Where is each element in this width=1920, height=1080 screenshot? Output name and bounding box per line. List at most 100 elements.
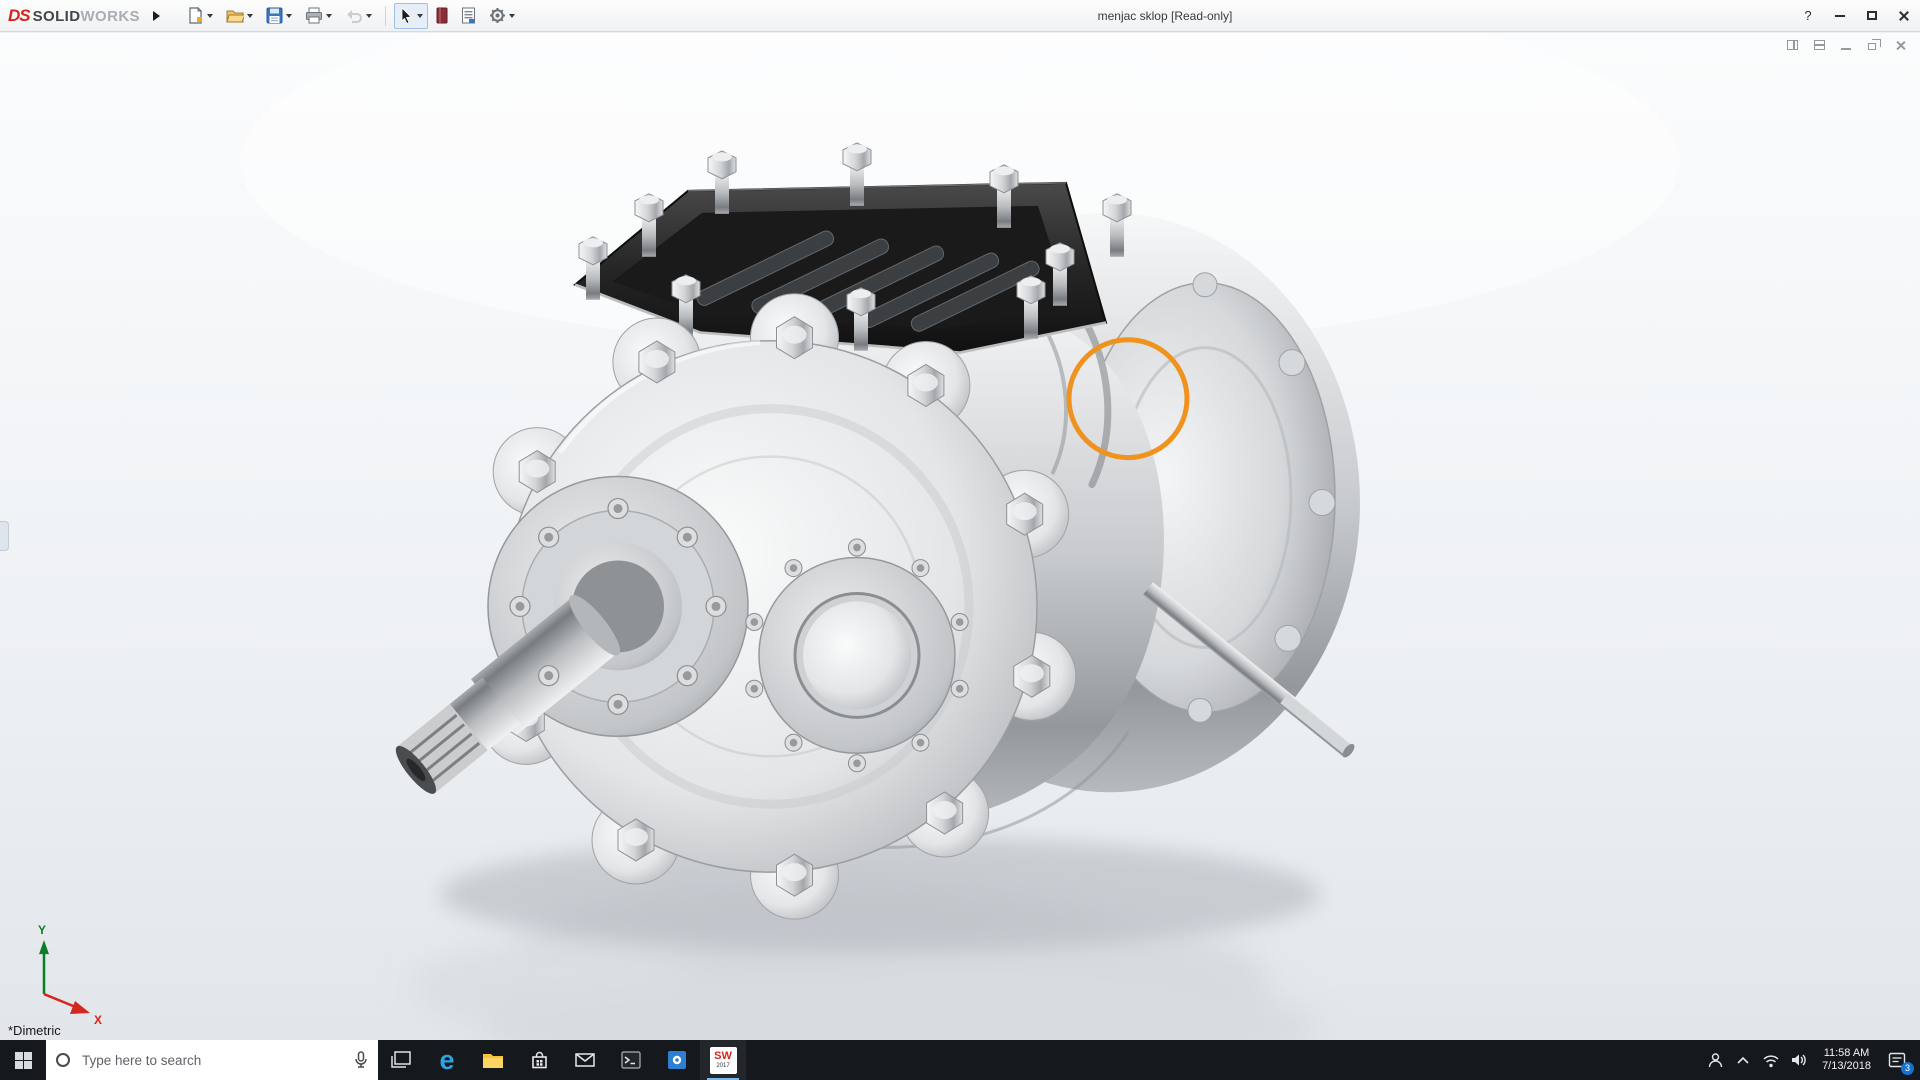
- socket-screw: [509, 595, 531, 618]
- view-orientation-label: *Dimetric: [8, 1023, 61, 1038]
- new-document-button[interactable]: [182, 3, 218, 29]
- photos-icon: [668, 1051, 686, 1069]
- solidworks-logo: DS SOLID WORKS: [0, 6, 148, 26]
- dropdown-caret-icon: [365, 13, 372, 18]
- system-tray: 11:58 AM 7/13/2018 3: [1701, 1040, 1920, 1080]
- task-view-button[interactable]: [378, 1040, 424, 1080]
- gear-icon: [489, 8, 505, 23]
- document-window-controls: [1787, 39, 1908, 51]
- socket-screw: [950, 679, 969, 698]
- photos-button[interactable]: [654, 1040, 700, 1080]
- close-button[interactable]: [1888, 0, 1920, 31]
- edge-button[interactable]: e: [424, 1040, 470, 1080]
- people-button[interactable]: [1701, 1040, 1729, 1080]
- save-floppy-icon: [266, 7, 283, 24]
- open-document-button[interactable]: [221, 3, 258, 29]
- socket-screw: [538, 665, 560, 687]
- minimize-button[interactable]: [1824, 0, 1856, 31]
- dropdown-caret-icon: [285, 13, 292, 18]
- search-input[interactable]: [80, 1051, 344, 1069]
- socket-screw: [705, 595, 727, 618]
- doc-restore-button[interactable]: [1868, 39, 1881, 51]
- doc-close-icon: [1895, 40, 1906, 51]
- socket-screw: [847, 538, 867, 557]
- xpress-products-button[interactable]: [431, 3, 453, 29]
- windows-logo-icon: [14, 1051, 32, 1069]
- dropdown-caret-icon: [416, 13, 423, 18]
- action-center-button[interactable]: 3: [1880, 1040, 1914, 1080]
- start-button[interactable]: [0, 1040, 46, 1080]
- doc-restore-icon: [1868, 43, 1876, 50]
- volume-icon: [1792, 1054, 1806, 1066]
- socket-screw: [676, 665, 698, 687]
- store-bag-icon: [531, 1051, 547, 1068]
- maximize-icon: [1867, 11, 1877, 20]
- logo-text-works: WORKS: [80, 7, 140, 25]
- microphone-icon[interactable]: [354, 1051, 368, 1069]
- socket-screw: [607, 693, 629, 715]
- taskbar-search[interactable]: [46, 1040, 378, 1080]
- split-pane-horizontal-button[interactable]: [1814, 39, 1827, 51]
- doc-close-button[interactable]: [1895, 39, 1908, 51]
- panel-flyout-handle[interactable]: [0, 521, 9, 551]
- file-explorer-button[interactable]: [470, 1040, 516, 1080]
- socket-screw: [784, 733, 803, 752]
- undo-button[interactable]: [340, 3, 377, 29]
- quick-access-toolbar: [182, 2, 520, 29]
- model-shadow: [440, 836, 1320, 953]
- maximize-button[interactable]: [1856, 0, 1888, 31]
- volume-button[interactable]: [1785, 1040, 1813, 1080]
- ds-logo-icon: DS: [8, 5, 31, 25]
- toolbar-separator: [384, 5, 386, 26]
- save-button[interactable]: [261, 3, 297, 29]
- menu-flyout-arrow[interactable]: [148, 3, 166, 29]
- socket-screw: [607, 497, 629, 520]
- socket-screw: [538, 526, 560, 548]
- mail-envelope-icon: [575, 1053, 595, 1067]
- clock-date: 7/13/2018: [1822, 1060, 1871, 1072]
- mail-button[interactable]: [562, 1040, 608, 1080]
- task-view-icon: [391, 1051, 411, 1068]
- design-binder-icon: [461, 7, 475, 24]
- network-wifi-icon: [1763, 1054, 1779, 1067]
- store-button[interactable]: [516, 1040, 562, 1080]
- printer-icon: [305, 7, 322, 24]
- edge-icon: e: [439, 1044, 455, 1075]
- people-icon: [1708, 1053, 1722, 1068]
- undo-arrow-icon: [346, 9, 362, 23]
- document-title: menjac sklop [Read-only]: [1097, 9, 1233, 23]
- taskbar-clock[interactable]: 11:58 AM 7/13/2018: [1813, 1047, 1880, 1073]
- command-prompt-button[interactable]: [608, 1040, 654, 1080]
- graphics-area[interactable]: Y X *Dimetric: [0, 33, 1920, 1040]
- close-icon: [1898, 10, 1910, 22]
- solidworks-app-icon: SW 2017: [709, 1046, 737, 1074]
- design-binder-button[interactable]: [456, 3, 481, 29]
- socket-screw: [784, 559, 803, 578]
- gearbox-3d-view[interactable]: Y X: [0, 33, 1920, 1040]
- network-button[interactable]: [1757, 1040, 1785, 1080]
- secondary-bore[interactable]: [758, 556, 956, 755]
- command-prompt-icon: [621, 1051, 641, 1069]
- solidworks-taskbar-button[interactable]: SW 2017: [700, 1040, 746, 1080]
- xpress-book-icon: [436, 7, 448, 24]
- split-pane-vertical-button[interactable]: [1787, 39, 1800, 51]
- socket-screw: [911, 559, 930, 578]
- tray-overflow-button[interactable]: [1729, 1040, 1757, 1080]
- windows-taskbar: e SW: [0, 1040, 1920, 1080]
- notification-badge: 3: [1901, 1062, 1914, 1075]
- socket-screw: [950, 613, 969, 632]
- doc-minimize-button[interactable]: [1841, 39, 1854, 51]
- options-button[interactable]: [484, 3, 520, 29]
- dropdown-caret-icon: [246, 13, 253, 18]
- print-button[interactable]: [300, 3, 337, 29]
- minimize-icon: [1835, 14, 1845, 17]
- dropdown-caret-icon: [508, 13, 515, 18]
- select-cursor-icon: [401, 7, 412, 24]
- split-horizontal-icon: [1814, 40, 1825, 50]
- select-tool-button[interactable]: [393, 2, 428, 29]
- doc-minimize-icon: [1841, 48, 1851, 50]
- dropdown-caret-icon: [206, 13, 213, 18]
- triad-y-label: Y: [38, 923, 46, 937]
- clock-time: 11:58 AM: [1823, 1047, 1870, 1059]
- titlebar: DS SOLID WORKS menjac sklop [Read-only] …: [0, 0, 1920, 32]
